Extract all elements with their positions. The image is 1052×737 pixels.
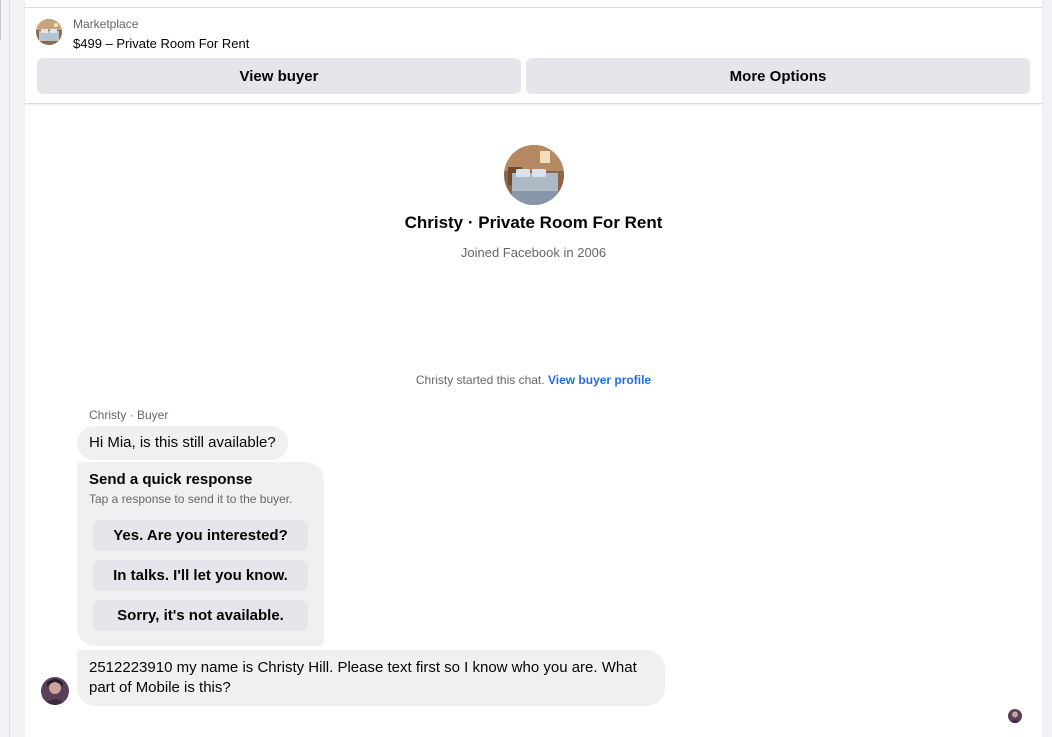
seen-indicator-avatar: [1008, 709, 1022, 723]
message-text: Hi Mia, is this still available?: [89, 434, 276, 451]
sender-label: Christy · Buyer: [89, 408, 169, 422]
marketplace-label: Marketplace: [73, 17, 139, 31]
quick-response-subtitle: Tap a response to send it to the buyer.: [89, 492, 293, 506]
more-options-button[interactable]: More Options: [526, 58, 1030, 94]
chat-started-text: Christy started this chat.: [415, 373, 545, 387]
view-buyer-button[interactable]: View buyer: [37, 58, 521, 94]
quick-response-in-talks-button[interactable]: In talks. I'll let you know.: [93, 560, 308, 591]
message-bubble: Hi Mia, is this still available?: [77, 426, 288, 460]
view-buyer-profile-link[interactable]: View buyer profile: [548, 373, 651, 387]
quick-response-title: Send a quick response: [89, 471, 253, 488]
quick-response-not-available-button[interactable]: Sorry, it's not available.: [93, 600, 308, 631]
message-bubble: 2512223910 my name is Christy Hill. Plea…: [77, 650, 665, 706]
quick-response-card: Send a quick response Tap a response to …: [77, 462, 324, 646]
quick-response-yes-button[interactable]: Yes. Are you interested?: [93, 520, 308, 551]
conversation-panel: Marketplace $499 – Private Room For Rent…: [25, 0, 1042, 737]
listing-title[interactable]: $499 – Private Room For Rent: [73, 36, 249, 51]
profile-name: Christy · Private Room For Rent: [404, 213, 663, 232]
listing-thumbnail[interactable]: [36, 19, 62, 45]
profile-joined-date: Joined Facebook in 2006: [460, 245, 607, 260]
chat-started-notice: Christy started this chat. View buyer pr…: [25, 373, 1042, 387]
listing-header: Marketplace $499 – Private Room For Rent…: [25, 0, 1042, 104]
sender-avatar[interactable]: [41, 677, 69, 705]
left-rail: [0, 0, 10, 737]
profile-avatar[interactable]: [504, 145, 564, 205]
message-text: 2512223910 my name is Christy Hill. Plea…: [89, 659, 637, 696]
